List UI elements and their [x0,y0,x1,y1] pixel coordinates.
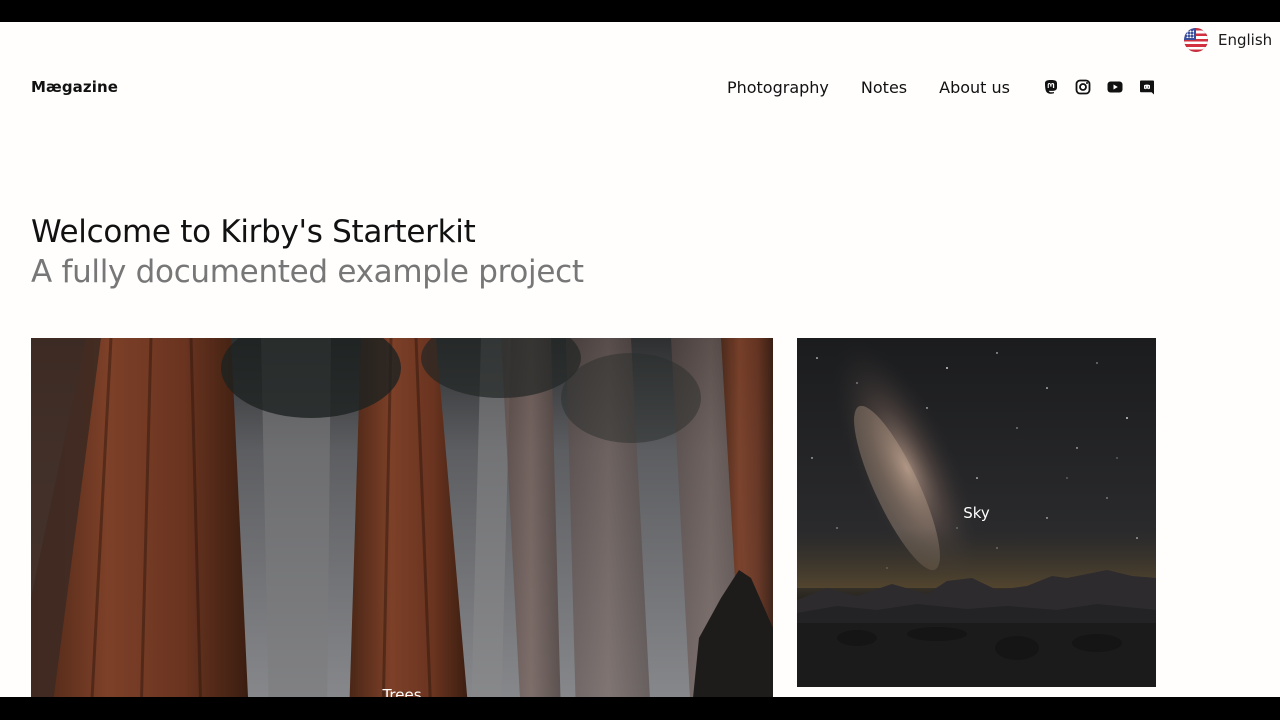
discord-icon[interactable] [1138,78,1156,96]
nav-link-about-us[interactable]: About us [939,78,1010,97]
youtube-icon[interactable] [1106,78,1124,96]
intro: Welcome to Kirby's Starterkit A fully do… [31,212,584,292]
site-logo[interactable]: Mægazine [31,78,118,96]
bottom-frame-bar [0,697,1280,720]
language-label: English [1218,31,1273,49]
site-header: Mægazine Photography Notes About us [31,66,1156,108]
us-flag-icon [1184,28,1208,52]
trees-photo [31,338,773,697]
top-frame-bar [0,0,1280,22]
gallery-card-label: Trees [382,686,422,697]
gallery-card-label: Sky [963,504,990,522]
mastodon-icon[interactable] [1042,78,1060,96]
gallery-card-sky[interactable]: Sky [797,338,1156,687]
page-subtitle: A fully documented example project [31,254,584,290]
page-title: Welcome to Kirby's Starterkit [31,214,476,250]
language-switch[interactable]: English [1184,28,1272,52]
nav-link-photography[interactable]: Photography [727,78,829,97]
gallery-card-trees[interactable]: Trees [31,338,773,697]
social-links [1042,78,1156,96]
main-nav: Photography Notes About us [727,78,1156,97]
instagram-icon[interactable] [1074,78,1092,96]
page: English Mægazine Photography Notes About… [0,22,1280,697]
photo-gallery: Trees Sky [31,338,1156,697]
nav-link-notes[interactable]: Notes [861,78,907,97]
